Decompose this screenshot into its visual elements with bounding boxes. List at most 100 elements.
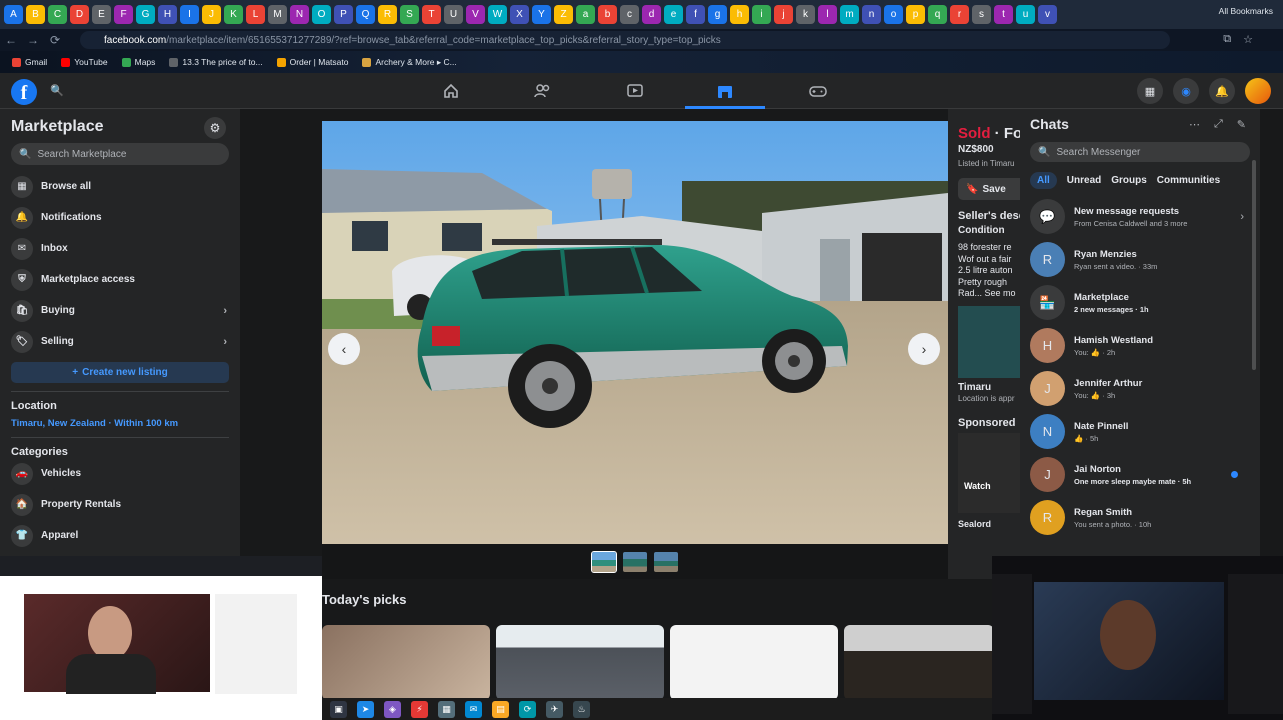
settings-gear-icon[interactable]: ⚙	[204, 117, 226, 139]
browser-tab-icon[interactable]: d	[642, 5, 661, 24]
gaming-icon[interactable]	[778, 77, 858, 105]
watch-icon[interactable]	[595, 77, 675, 105]
browser-tab-icon[interactable]: B	[26, 5, 45, 24]
sponsored-ad[interactable]: Watch	[958, 432, 1028, 513]
browser-tab-icon[interactable]: H	[158, 5, 177, 24]
sidebar-item-marketplace-access[interactable]: ⛨ Marketplace access	[11, 264, 229, 295]
thumbnail-2[interactable]	[623, 551, 647, 572]
install-app-icon[interactable]: ⧉	[1223, 33, 1231, 46]
search-icon[interactable]: 🔍	[46, 80, 68, 102]
browser-tab-icon[interactable]: J	[202, 5, 221, 24]
more-options-icon[interactable]: ⋯	[1189, 118, 1200, 131]
browser-tab-icon[interactable]: s	[972, 5, 991, 24]
new-message-icon[interactable]: ✎	[1237, 118, 1246, 131]
chats-scrollbar[interactable]	[1252, 160, 1256, 370]
browser-tab-icon[interactable]: I	[180, 5, 199, 24]
chat-item[interactable]: R Ryan Menzies Ryan sent a video. · 33m	[1030, 238, 1250, 281]
taskbar-app-icon[interactable]: ➤	[357, 700, 374, 718]
browser-tab-icon[interactable]: l	[818, 5, 837, 24]
category-apparel[interactable]: 👕 Apparel	[11, 520, 229, 551]
browser-tab-icon[interactable]: r	[950, 5, 969, 24]
category-property-rentals[interactable]: 🏠 Property Rentals	[11, 489, 229, 520]
location-map[interactable]	[958, 305, 1028, 378]
bookmark-item[interactable]: Archery & More ▸ C...	[362, 57, 457, 68]
browser-tab-icon[interactable]: g	[708, 5, 727, 24]
pick-item-3[interactable]	[670, 625, 838, 700]
browser-tab-icon[interactable]: U	[444, 5, 463, 24]
forward-icon[interactable]: →	[22, 33, 44, 47]
browser-tab-icon[interactable]: o	[884, 5, 903, 24]
browser-tab-icon[interactable]: Y	[532, 5, 551, 24]
friends-icon[interactable]	[503, 77, 583, 105]
facebook-logo[interactable]: f	[11, 79, 37, 105]
browser-tab-icon[interactable]: O	[312, 5, 331, 24]
browser-tab-icon[interactable]: i	[752, 5, 771, 24]
browser-tab-icon[interactable]: L	[246, 5, 265, 24]
taskbar-app-icon[interactable]: ▤	[492, 700, 509, 718]
menu-grid-icon[interactable]: ▦	[1137, 78, 1163, 104]
chat-filter-communities[interactable]: Communities	[1157, 175, 1220, 186]
taskbar-app-icon[interactable]: ♨	[573, 700, 590, 718]
browser-tab-icon[interactable]: X	[510, 5, 529, 24]
browser-tab-icon[interactable]: v	[1038, 5, 1057, 24]
create-new-listing-button[interactable]: + Create new listing	[11, 362, 229, 383]
notifications-bell-icon[interactable]: 🔔	[1209, 78, 1235, 104]
browser-tab-icon[interactable]: D	[70, 5, 89, 24]
url-bar[interactable]: facebook.com/marketplace/item/6516553712…	[80, 31, 1170, 49]
pick-item-4[interactable]	[844, 625, 994, 700]
browser-tab-icon[interactable]: E	[92, 5, 111, 24]
previous-photo-button[interactable]: ‹	[328, 333, 360, 365]
expand-icon[interactable]: ⤢	[1214, 118, 1223, 131]
browser-tab-icon[interactable]: F	[114, 5, 133, 24]
location-filter-link[interactable]: Timaru, New Zealand · Within 100 km	[11, 418, 229, 429]
chat-item[interactable]: J Jennifer Arthur You: 👍 · 3h	[1030, 367, 1250, 410]
browser-tab-icon[interactable]: V	[466, 5, 485, 24]
browser-tab-icon[interactable]: q	[928, 5, 947, 24]
chat-filter-groups[interactable]: Groups	[1111, 175, 1147, 186]
bookmark-item[interactable]: 13.3 The price of to...	[169, 57, 263, 67]
chat-item[interactable]: R Regan Smith You sent a photo. · 10h	[1030, 496, 1250, 539]
browser-tab-icon[interactable]: Z	[554, 5, 573, 24]
bookmark-star-icon[interactable]: ☆	[1243, 33, 1253, 46]
browser-tab-icon[interactable]: P	[334, 5, 353, 24]
bookmark-item[interactable]: YouTube	[61, 57, 108, 67]
sidebar-item-notifications[interactable]: 🔔 Notifications	[11, 202, 229, 233]
overlay-video[interactable]	[24, 594, 210, 694]
chat-item[interactable]: 💬 New message requests From Cenisa Caldwel…	[1030, 195, 1250, 238]
taskbar-app-icon[interactable]: ✉	[465, 700, 482, 718]
marketplace-icon[interactable]	[685, 77, 765, 109]
browser-tab-icon[interactable]: p	[906, 5, 925, 24]
browser-tab-icon[interactable]: G	[136, 5, 155, 24]
bookmark-item[interactable]: Maps	[121, 57, 155, 67]
browser-tab-icon[interactable]: h	[730, 5, 749, 24]
chat-item[interactable]: J Jai Norton One more sleep maybe mate · 5…	[1030, 453, 1250, 496]
browser-tab-icon[interactable]: Q	[356, 5, 375, 24]
sidebar-item-buying[interactable]: 🛍 Buying ›	[11, 295, 229, 326]
save-button[interactable]: 🔖 Save	[958, 178, 1028, 200]
browser-tab-icon[interactable]: a	[576, 5, 595, 24]
browser-tab-icon[interactable]: c	[620, 5, 639, 24]
chat-filter-all[interactable]: All	[1030, 172, 1057, 189]
all-bookmarks[interactable]: All Bookmarks	[1219, 6, 1273, 16]
messenger-search-input[interactable]: 🔍 Search Messenger	[1030, 142, 1250, 162]
pick-item-2[interactable]	[496, 625, 664, 700]
browser-tab-icon[interactable]: k	[796, 5, 815, 24]
thumbnail-3[interactable]	[654, 551, 678, 572]
reload-icon[interactable]: ⟳	[44, 33, 66, 47]
taskbar-app-icon[interactable]: ✈	[546, 700, 563, 718]
chat-item[interactable]: 🏪 Marketplace 2 new messages · 1h	[1030, 281, 1250, 324]
browser-tab-icon[interactable]: u	[1016, 5, 1035, 24]
sidebar-item-browse-all[interactable]: ▦ Browse all	[11, 171, 229, 202]
category-vehicles[interactable]: 🚗 Vehicles	[11, 458, 229, 489]
sidebar-item-selling[interactable]: 🏷 Selling ›	[11, 326, 229, 357]
browser-tab-icon[interactable]: S	[400, 5, 419, 24]
browser-tab-icon[interactable]: N	[290, 5, 309, 24]
pick-item-1[interactable]	[322, 625, 490, 700]
browser-tab-icon[interactable]: b	[598, 5, 617, 24]
home-icon[interactable]	[411, 77, 491, 105]
next-photo-button[interactable]: ›	[908, 333, 940, 365]
browser-tab-icon[interactable]: f	[686, 5, 705, 24]
chat-item[interactable]: H Hamish Westland You: 👍 · 2h	[1030, 324, 1250, 367]
chat-item[interactable]: N Nate Pinnell 👍 · 5h	[1030, 410, 1250, 453]
back-icon[interactable]: ←	[0, 33, 22, 47]
